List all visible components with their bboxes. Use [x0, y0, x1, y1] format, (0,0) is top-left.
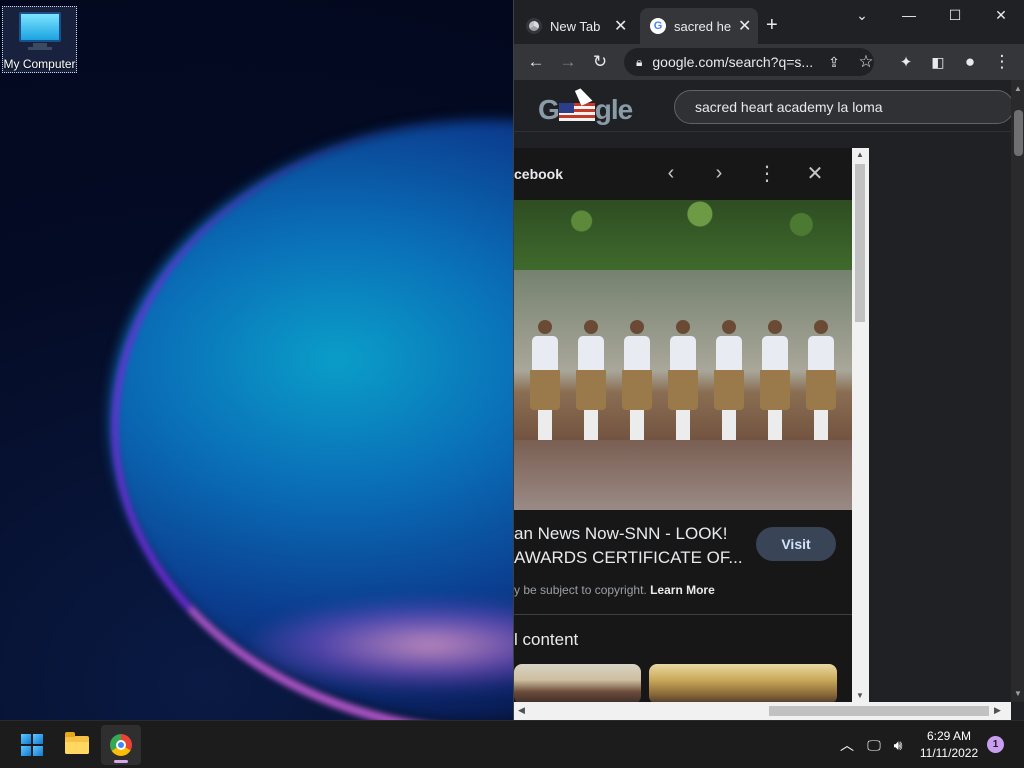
file-explorer-button[interactable] [57, 725, 97, 765]
close-tab-icon[interactable]: ✕ [614, 16, 627, 36]
google-results-page: Ggle sacred heart academy la loma cebook… [514, 80, 1011, 702]
share-icon[interactable]: ⇪ [822, 50, 846, 74]
active-indicator [114, 760, 128, 763]
monitor-icon [18, 12, 61, 42]
bookmark-star-icon[interactable]: ☆ [854, 50, 878, 74]
search-input[interactable]: sacred heart academy la loma [674, 90, 1011, 124]
page-horizontal-scrollbar[interactable]: ◀ ▶ [514, 702, 1011, 720]
chevron-left-icon[interactable]: ‹ [659, 161, 683, 185]
caption-line: an News Now-SNN - LOOK! [514, 524, 728, 543]
preview-scrollbar[interactable]: ▲ ▼ [852, 148, 869, 702]
preview-image[interactable] [514, 200, 852, 510]
tab-strip: New Tab ✕ G sacred he ✕ + ⌄ — ☐ ✕ [514, 0, 1024, 44]
new-tab-button[interactable]: + [766, 14, 778, 37]
tab-google-search[interactable]: G sacred he ✕ [640, 8, 758, 44]
caption-line: AWARDS CERTIFICATE OF... [514, 548, 743, 567]
clock-date: 11/11/2022 [919, 746, 979, 760]
page-vertical-scrollbar[interactable]: ▲ ▼ [1011, 80, 1024, 702]
windows-start-icon [21, 734, 43, 756]
url-text: google.com/search?q=s... [652, 54, 814, 70]
reload-icon[interactable]: ↻ [588, 50, 612, 74]
taskbar: ︿ 🖵︎ 🔊︎ 6:29 AM 11/11/2022 1 [0, 720, 1024, 768]
chrome-window: New Tab ✕ G sacred he ✕ + ⌄ — ☐ ✕ ← → ↻ … [513, 0, 1024, 720]
more-options-icon[interactable]: ⋮ [755, 161, 779, 185]
google-header: Ggle sacred heart academy la loma [514, 80, 1011, 132]
scrollbar-thumb[interactable] [855, 164, 865, 322]
related-content-heading: l content [514, 630, 579, 649]
menu-kebab-icon[interactable]: ⋮ [990, 50, 1014, 74]
scroll-up-arrow-icon[interactable]: ▲ [1014, 84, 1022, 93]
close-window-button[interactable]: ✕ [986, 4, 1016, 26]
close-tab-icon[interactable]: ✕ [738, 16, 751, 36]
chevron-right-icon[interactable]: › [707, 161, 731, 185]
volume-icon[interactable]: 🔊︎ [888, 721, 908, 768]
chrome-icon [110, 734, 132, 756]
system-clock[interactable]: 6:29 AM 11/11/2022 [915, 728, 983, 762]
side-panel-icon[interactable]: ◧ [926, 50, 950, 74]
clock-time: 6:29 AM [926, 729, 972, 743]
lock-icon[interactable]: 🔒︎ [636, 55, 642, 70]
preview-caption[interactable]: an News Now-SNN - LOOK! AWARDS CERTIFICA… [514, 522, 754, 570]
browser-toolbar: ← → ↻ 🔒︎ google.com/search?q=s... ⇪ ☆ ✦ … [514, 44, 1024, 80]
profile-avatar-icon[interactable]: ● [958, 50, 982, 74]
extensions-puzzle-icon[interactable]: ✦ [894, 50, 918, 74]
scroll-up-arrow-icon[interactable]: ▲ [856, 150, 864, 159]
scroll-right-arrow-icon[interactable]: ▶ [994, 705, 1001, 716]
related-thumbnail[interactable] [649, 664, 837, 702]
back-arrow-icon[interactable]: ← [524, 50, 548, 74]
tab-search-chevron-icon[interactable]: ⌄ [847, 4, 877, 26]
show-hidden-icons-chevron-icon[interactable]: ︿ [838, 721, 856, 768]
copyright-text: y be subject to copyright. [514, 583, 647, 597]
scroll-down-arrow-icon[interactable]: ▼ [1014, 689, 1022, 698]
copyright-notice: y be subject to copyright. Learn More [514, 583, 715, 597]
image-preview-panel: cebook ‹ › ⋮ ✕ an News Now-SNN - LOOK! A… [514, 148, 852, 702]
flag-icon [558, 102, 595, 121]
scrollbar-thumb[interactable] [1014, 110, 1023, 156]
desktop-icon-my-computer[interactable]: My Computer [2, 6, 77, 73]
maximize-button[interactable]: ☐ [940, 4, 970, 26]
learn-more-link[interactable]: Learn More [650, 583, 715, 597]
related-thumbnail[interactable] [514, 664, 641, 702]
scrollbar-thumb[interactable] [769, 706, 989, 716]
chrome-icon [526, 18, 542, 34]
preview-source-label: cebook [514, 166, 564, 182]
chrome-taskbar-button[interactable] [101, 725, 141, 765]
visit-button[interactable]: Visit [756, 527, 836, 561]
tab-title: New Tab [550, 18, 601, 34]
close-icon[interactable]: ✕ [803, 161, 827, 185]
folder-icon [65, 732, 89, 754]
divider [514, 614, 852, 615]
network-icon[interactable]: 🖵︎ [864, 721, 884, 768]
tab-title: sacred he [674, 18, 732, 34]
preview-header: cebook ‹ › ⋮ ✕ [514, 148, 852, 200]
forward-arrow-icon[interactable]: → [556, 50, 580, 74]
tab-new-tab[interactable]: New Tab ✕ [526, 8, 636, 44]
scroll-left-arrow-icon[interactable]: ◀ [518, 705, 525, 716]
notification-badge[interactable]: 1 [987, 736, 1004, 753]
minimize-button[interactable]: — [894, 4, 924, 26]
desktop-icon-label: My Computer [3, 57, 76, 71]
start-button[interactable] [12, 725, 52, 765]
scroll-down-arrow-icon[interactable]: ▼ [856, 691, 864, 700]
google-g-icon: G [650, 18, 666, 34]
